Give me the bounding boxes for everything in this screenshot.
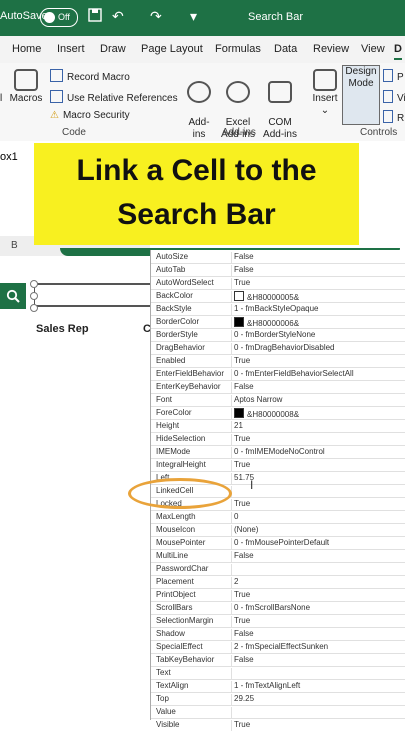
property-row[interactable]: Font Aptos Narrow (151, 393, 405, 407)
toolbox-icon (313, 69, 337, 91)
color-swatch (234, 408, 244, 418)
property-row[interactable]: Value (151, 705, 405, 719)
macros-icon (14, 69, 38, 91)
macros-label: Macros (9, 93, 43, 104)
property-row[interactable]: AutoTab False (151, 263, 405, 277)
property-row[interactable]: Placement 2 (151, 575, 405, 589)
view-code-button[interactable]: Vi (383, 90, 405, 104)
name-box[interactable]: ox1 (0, 151, 18, 163)
tab-developer[interactable]: D (394, 43, 402, 60)
color-swatch (234, 317, 244, 327)
undo-icon[interactable]: ↶ (112, 8, 124, 25)
tab-home[interactable]: Home (12, 43, 41, 55)
tab-view[interactable]: View (361, 43, 385, 55)
property-row[interactable]: BackColor &H80000005& (151, 289, 405, 303)
property-row[interactable]: BorderColor &H80000006& (151, 315, 405, 329)
tab-insert[interactable]: Insert (57, 43, 85, 55)
gear-icon (226, 81, 250, 103)
resize-handle[interactable] (30, 304, 38, 312)
property-row[interactable]: MaxLength 0 (151, 510, 405, 524)
property-row[interactable]: MultiLine False (151, 549, 405, 563)
warning-icon: ⚠ (50, 110, 59, 121)
view-code-icon (383, 90, 393, 103)
relative-references-icon (50, 90, 63, 103)
record-macro-button[interactable]: Record Macro (50, 69, 130, 83)
tab-formulas[interactable]: Formulas (215, 43, 261, 55)
resize-handle[interactable] (30, 280, 38, 288)
property-row[interactable]: ForeColor &H80000008& (151, 406, 405, 420)
property-row[interactable]: EnterFieldBehavior 0 - fmEnterFieldBehavi… (151, 367, 405, 381)
property-row[interactable]: DragBehavior 0 - fmDragBehaviorDisabled (151, 341, 405, 355)
chevron-down-icon: ⌄ (320, 105, 330, 116)
com-add-ins-icon (268, 81, 292, 103)
property-row[interactable]: MouseIcon (None) (151, 523, 405, 537)
customize-icon[interactable]: ▾ (190, 8, 197, 25)
property-row[interactable]: BorderStyle 0 - fmBorderStyleNone (151, 328, 405, 342)
autosave-toggle[interactable]: Off (40, 8, 78, 27)
use-relative-references-button[interactable]: Use Relative References (50, 90, 178, 104)
redo-icon[interactable]: ↷ (150, 8, 162, 25)
color-swatch (234, 291, 244, 301)
save-icon[interactable] (88, 8, 102, 25)
property-row[interactable]: AutoWordSelect True (151, 276, 405, 290)
toggle-knob (44, 12, 55, 23)
text-cursor-icon: I (250, 478, 254, 492)
insert-control-button[interactable]: Insert ⌄ (310, 69, 340, 117)
column-b-header[interactable]: B (11, 240, 18, 251)
property-row[interactable]: PrintObject True (151, 588, 405, 602)
properties-button[interactable]: P (383, 69, 404, 83)
property-row[interactable]: TextAlign 1 - fmTextAlignLeft (151, 679, 405, 693)
banner-line-1: Link a Cell to the (76, 154, 317, 187)
add-ins-icon (187, 81, 211, 103)
tab-data[interactable]: Data (274, 43, 297, 55)
property-row[interactable]: Enabled True (151, 354, 405, 368)
group-label-code: Code (62, 127, 86, 138)
property-row[interactable]: Shadow False (151, 627, 405, 641)
property-row[interactable]: Text (151, 666, 405, 680)
property-row[interactable]: SpecialEffect 2 - fmSpecialEffectSunken (151, 640, 405, 654)
search-icon[interactable] (0, 283, 26, 309)
visual-basic-partial[interactable]: l (0, 93, 2, 105)
title-banner: Link a Cell to the Search Bar (34, 143, 359, 245)
title-bar: AutoSave Off ↶ ↷ ▾ Search Bar (0, 0, 405, 36)
tab-page-layout[interactable]: Page Layout (141, 43, 203, 55)
document-title: Search Bar (248, 11, 304, 23)
group-label-add-ins: Add-ins (222, 127, 256, 138)
record-macro-icon (50, 69, 63, 82)
properties-icon (383, 69, 393, 82)
property-row[interactable]: AutoSize False (151, 250, 405, 264)
banner-line-2: Search Bar (117, 198, 276, 231)
property-row[interactable]: Top 29.25 (151, 692, 405, 706)
property-row[interactable]: EnterKeyBehavior False (151, 380, 405, 394)
resize-handle[interactable] (30, 292, 38, 300)
property-row[interactable]: IMEMode 0 - fmIMEModeNoControl (151, 445, 405, 459)
property-row[interactable]: PasswordChar (151, 562, 405, 576)
property-row[interactable]: Height 21 (151, 419, 405, 433)
tab-draw[interactable]: Draw (100, 43, 126, 55)
property-row[interactable]: BackStyle 1 - fmBackStyleOpaque (151, 302, 405, 316)
toggle-state: Off (58, 12, 70, 22)
search-textbox[interactable] (34, 283, 155, 307)
add-ins-button[interactable]: Add- ins (182, 69, 216, 141)
com-add-ins-button[interactable]: COM Add-ins (260, 69, 300, 141)
property-row[interactable]: MousePointer 0 - fmMousePointerDefault (151, 536, 405, 550)
run-dialog-icon (383, 110, 393, 123)
property-row[interactable]: ScrollBars 0 - fmScrollBarsNone (151, 601, 405, 615)
tab-review[interactable]: Review (313, 43, 349, 55)
run-dialog-button[interactable]: R (383, 110, 404, 124)
group-label-controls: Controls (360, 127, 398, 138)
property-row[interactable]: TabKeyBehavior False (151, 653, 405, 667)
macros-button[interactable]: Macros (8, 69, 44, 105)
sales-rep-header: Sales Rep (36, 323, 89, 335)
macro-security-button[interactable]: ⚠ Macro Security (50, 110, 130, 121)
property-row[interactable]: HideSelection True (151, 432, 405, 446)
ribbon: l Macros Record Macro Use Relative Refer… (0, 63, 405, 142)
ribbon-tabs: Home Insert Draw Page Layout Formulas Da… (0, 36, 405, 63)
design-mode-button[interactable]: Design Mode (342, 65, 380, 125)
property-row[interactable]: SelectionMargin True (151, 614, 405, 628)
property-row[interactable]: IntegralHeight True (151, 458, 405, 472)
highlight-ellipse (128, 478, 232, 509)
